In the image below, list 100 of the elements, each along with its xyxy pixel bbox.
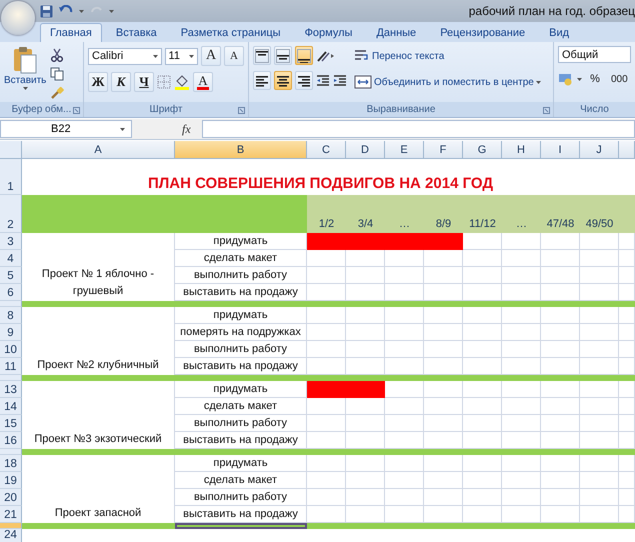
row-header[interactable]: 15	[0, 415, 22, 432]
row-header[interactable]: 16	[0, 432, 22, 449]
caret-icon[interactable]	[152, 54, 158, 58]
scissors-icon[interactable]	[50, 48, 64, 62]
caret-icon[interactable]	[120, 128, 125, 130]
align-middle-icon	[276, 48, 290, 62]
align-left-button[interactable]	[253, 71, 271, 90]
row-header[interactable]: 19	[0, 472, 22, 489]
table-cell	[619, 489, 635, 506]
bold-button[interactable]: Ж	[88, 72, 108, 92]
row-header[interactable]: 21	[0, 506, 22, 523]
window-title: рабочий план на год. образец	[468, 4, 635, 18]
row-header[interactable]: 14	[0, 398, 22, 415]
number-format-field[interactable]: Общий	[558, 46, 631, 63]
merge-center-button[interactable]: Объединить и поместить в центре	[353, 72, 542, 92]
period-header: 8/9	[424, 195, 463, 233]
row-header[interactable]: 20	[0, 489, 22, 506]
row-header[interactable]: 24	[0, 529, 22, 542]
column-header[interactable]: J	[580, 141, 619, 159]
ribbon-tab[interactable]: Рецензирование	[430, 23, 536, 42]
table-cell	[619, 506, 635, 523]
grow-font-button[interactable]: A	[201, 46, 221, 66]
row-header[interactable]: 3	[0, 233, 22, 250]
row-header[interactable]: 4	[0, 250, 22, 267]
ribbon-tab[interactable]: Вставка	[106, 23, 167, 42]
font-color-button[interactable]: A	[193, 72, 213, 92]
column-header[interactable]: H	[502, 141, 541, 159]
orientation-icon[interactable]	[316, 48, 336, 62]
column-header[interactable]: A	[22, 141, 175, 159]
row-header[interactable]: 8	[0, 307, 22, 324]
launcher-icon[interactable]	[543, 107, 550, 114]
row-header[interactable]: 2	[0, 195, 22, 233]
formula-input[interactable]	[202, 120, 635, 138]
indent-icon[interactable]	[333, 74, 347, 88]
ribbon-tab[interactable]: Разметка страницы	[170, 23, 291, 42]
row-header[interactable]: 18	[0, 455, 22, 472]
table-cell	[619, 358, 635, 375]
table-cell	[619, 432, 635, 449]
align-top-button[interactable]	[253, 46, 271, 65]
group-label: Шрифт	[84, 102, 248, 117]
period-header: 1/2	[307, 195, 346, 233]
ribbon-tab[interactable]: Вид	[539, 23, 580, 42]
group-label: Буфер обм...	[0, 102, 83, 117]
brush-icon[interactable]	[50, 86, 64, 100]
period-header: 49/50	[580, 195, 619, 233]
launcher-icon[interactable]	[73, 107, 80, 114]
column-header[interactable]: E	[385, 141, 424, 159]
column-header[interactable]: C	[307, 141, 346, 159]
group-label: Число	[554, 102, 635, 117]
row-header[interactable]: 6	[0, 284, 22, 301]
copy-icon[interactable]	[50, 67, 64, 81]
borders-icon[interactable]	[157, 75, 171, 89]
column-header[interactable]: G	[463, 141, 502, 159]
launcher-icon[interactable]	[238, 107, 245, 114]
underline-button[interactable]: Ч	[134, 72, 154, 92]
shrink-font-button[interactable]: A	[224, 46, 244, 66]
paste-button[interactable]: Вставить	[4, 46, 46, 102]
table-cell	[619, 341, 635, 358]
row-header[interactable]: 5	[0, 267, 22, 284]
row-header[interactable]: 10	[0, 341, 22, 358]
row-header[interactable]: 11	[0, 358, 22, 375]
cell-selection[interactable]	[175, 523, 307, 529]
font-name-field[interactable]: Calibri	[88, 48, 162, 64]
align-center-button[interactable]	[274, 71, 292, 90]
indent-icon[interactable]	[316, 74, 330, 88]
font-size-field[interactable]: 11	[164, 48, 198, 64]
align-middle-button[interactable]	[274, 46, 292, 65]
save-icon[interactable]	[40, 4, 53, 18]
header-band	[619, 195, 635, 233]
row-header[interactable]: 9	[0, 324, 22, 341]
column-header[interactable]: I	[541, 141, 580, 159]
column-header[interactable]: F	[424, 141, 463, 159]
caret-icon[interactable]	[536, 80, 541, 84]
ribbon-tab[interactable]: Данные	[366, 23, 426, 42]
align-bottom-icon	[297, 48, 311, 62]
thousands-button[interactable]: 000	[608, 69, 631, 89]
column-header[interactable]: D	[346, 141, 385, 159]
percent-button[interactable]: %	[585, 69, 605, 89]
caret-icon[interactable]	[79, 10, 84, 12]
fill-bucket-icon[interactable]	[174, 74, 190, 90]
row-header[interactable]: 1	[0, 159, 22, 195]
ribbon-tab[interactable]: Формулы	[294, 23, 362, 42]
name-box[interactable]: B22	[0, 120, 132, 138]
italic-button[interactable]: К	[111, 72, 131, 92]
caret-icon[interactable]	[577, 78, 582, 80]
caret-icon[interactable]	[22, 87, 28, 90]
table-cell	[619, 233, 635, 250]
period-header: …	[385, 195, 424, 233]
caret-icon[interactable]	[189, 54, 194, 58]
align-right-button[interactable]	[295, 71, 313, 90]
wrap-text-button[interactable]: Перенос текста	[353, 46, 542, 66]
align-bottom-button[interactable]	[295, 46, 313, 65]
row-header[interactable]: 13	[0, 381, 22, 398]
table-cell	[619, 284, 635, 301]
align-center-icon	[276, 74, 290, 88]
function-button[interactable]: fx	[182, 122, 202, 136]
period-header: 3/4	[346, 195, 385, 233]
caret-icon[interactable]	[109, 10, 114, 12]
column-header[interactable]: B	[175, 141, 307, 159]
ribbon-tab[interactable]: Главная	[40, 23, 102, 42]
